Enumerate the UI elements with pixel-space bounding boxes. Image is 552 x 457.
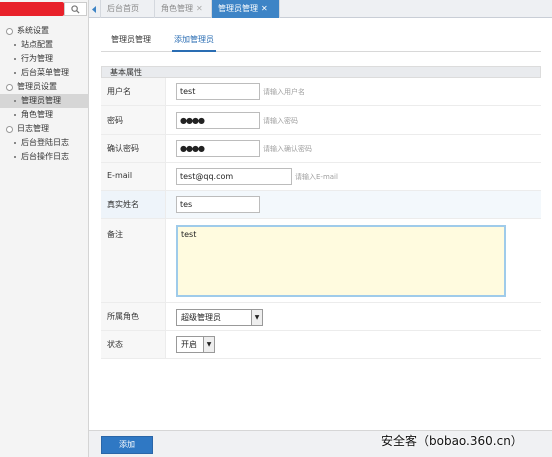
email-hint: 请输入E-mail bbox=[295, 173, 338, 181]
status-select[interactable]: 开启 ▼ bbox=[176, 336, 215, 353]
status-select-value: 开启 bbox=[181, 340, 197, 349]
search-icon bbox=[71, 4, 80, 14]
role-select[interactable]: 超级管理员 ▼ bbox=[176, 309, 263, 326]
password-hint: 请输入密码 bbox=[263, 117, 298, 125]
sidebar-group[interactable]: 管理员设置 bbox=[0, 80, 89, 94]
sidebar-search-input[interactable] bbox=[0, 2, 64, 16]
role-select-value: 超级管理员 bbox=[181, 313, 221, 322]
status-label: 状态 bbox=[107, 340, 123, 349]
chevron-left-icon bbox=[92, 5, 96, 13]
sidebar-search-bar bbox=[0, 0, 89, 18]
add-button[interactable]: 添加 bbox=[101, 436, 153, 454]
add-admin-form: 基本属性 用户名 test 请输入用户名 密码 ●●●● 请输入密码 确认密码 … bbox=[101, 66, 541, 359]
email-input[interactable]: test@qq.com bbox=[176, 168, 292, 185]
password-input[interactable]: ●●●● bbox=[176, 112, 260, 129]
close-icon[interactable]: ✕ bbox=[196, 4, 203, 13]
sidebar-group[interactable]: 系统设置 bbox=[0, 24, 89, 38]
email-label: E-mail bbox=[107, 171, 133, 180]
confirm-password-label: 确认密码 bbox=[107, 144, 139, 153]
form-row-username: 用户名 test 请输入用户名 bbox=[101, 78, 541, 106]
tab-admin-manage[interactable]: 管理员管理 ✕ bbox=[212, 0, 280, 18]
watermark: 安全客（bobao.360.cn） bbox=[381, 434, 523, 448]
tab-label: 管理员管理 bbox=[218, 4, 258, 13]
password-label: 密码 bbox=[107, 116, 123, 125]
sidebar-item[interactable]: 后台操作日志 bbox=[0, 150, 89, 164]
subtab-admin-list[interactable]: 管理员管理 bbox=[111, 32, 151, 52]
tab-label: 后台首页 bbox=[107, 4, 139, 13]
form-row-email: E-mail test@qq.com 请输入E-mail bbox=[101, 163, 541, 191]
tab-scroll-left-button[interactable] bbox=[89, 0, 101, 18]
realname-label: 真实姓名 bbox=[107, 200, 139, 209]
tab-label: 角色管理 bbox=[161, 4, 193, 13]
username-label: 用户名 bbox=[107, 87, 131, 96]
chevron-down-icon: ▼ bbox=[203, 337, 214, 352]
chevron-down-icon: ▼ bbox=[251, 310, 262, 325]
role-label: 所属角色 bbox=[107, 312, 139, 321]
sidebar-item[interactable]: 后台登陆日志 bbox=[0, 136, 89, 150]
sidebar-tree: 系统设置 站点配置 行为管理 后台菜单管理 管理员设置 管理员管理 角色管理 日志管理 后台登陆… bbox=[0, 24, 89, 164]
realname-input[interactable]: tes bbox=[176, 196, 260, 213]
form-row-remark: 备注 test bbox=[101, 219, 541, 303]
subtab-bar: 管理员管理 添加管理员 bbox=[101, 32, 541, 52]
form-row-realname: 真实姓名 tes bbox=[101, 191, 541, 219]
form-row-status: 状态 开启 ▼ bbox=[101, 331, 541, 359]
form-row-confirm-password: 确认密码 ●●●● 请输入确认密码 bbox=[101, 135, 541, 163]
subtab-add-admin[interactable]: 添加管理员 bbox=[172, 32, 216, 52]
sidebar-item[interactable]: 站点配置 bbox=[0, 38, 89, 52]
close-icon[interactable]: ✕ bbox=[261, 4, 268, 13]
username-input[interactable]: test bbox=[176, 83, 260, 100]
sidebar-item[interactable]: 管理员管理 bbox=[0, 94, 89, 108]
sidebar-item[interactable]: 行为管理 bbox=[0, 52, 89, 66]
form-row-role: 所属角色 超级管理员 ▼ bbox=[101, 303, 541, 331]
sidebar-item[interactable]: 角色管理 bbox=[0, 108, 89, 122]
tab-bar: 后台首页 角色管理 ✕ 管理员管理 ✕ bbox=[89, 0, 552, 18]
main-content: 管理员管理 添加管理员 基本属性 用户名 test 请输入用户名 密码 ●●●●… bbox=[89, 18, 552, 457]
confirm-password-input[interactable]: ●●●● bbox=[176, 140, 260, 157]
form-row-password: 密码 ●●●● 请输入密码 bbox=[101, 106, 541, 135]
sidebar-group[interactable]: 日志管理 bbox=[0, 122, 89, 136]
section-title: 基本属性 bbox=[101, 66, 541, 78]
remark-textarea[interactable]: test bbox=[176, 225, 506, 297]
tab-role-manage[interactable]: 角色管理 ✕ bbox=[155, 0, 212, 18]
search-button[interactable] bbox=[64, 2, 87, 16]
tab-home[interactable]: 后台首页 bbox=[101, 0, 155, 18]
username-hint: 请输入用户名 bbox=[263, 88, 305, 96]
sidebar: 系统设置 站点配置 行为管理 后台菜单管理 管理员设置 管理员管理 角色管理 日志管理 后台登陆… bbox=[0, 0, 89, 457]
remark-label: 备注 bbox=[107, 230, 123, 239]
sidebar-item[interactable]: 后台菜单管理 bbox=[0, 66, 89, 80]
confirm-password-hint: 请输入确认密码 bbox=[263, 145, 312, 153]
